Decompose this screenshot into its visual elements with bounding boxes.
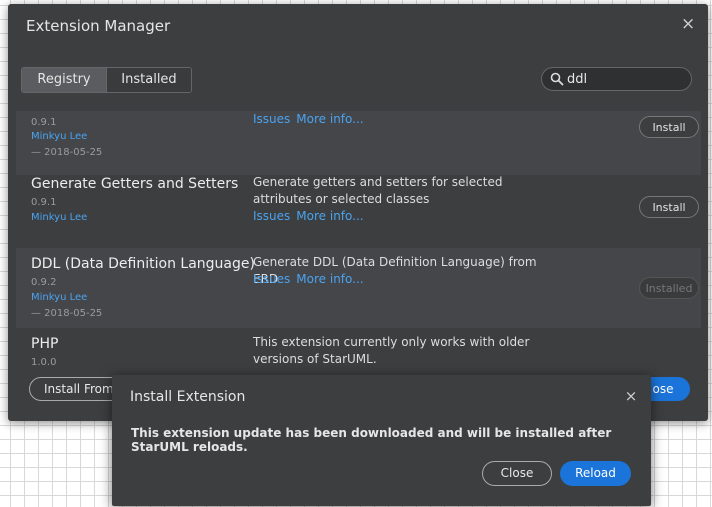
issues-link[interactable]: Issues xyxy=(253,112,290,126)
ext-description: Generate getters and setters for selecte… xyxy=(253,175,503,206)
ext-name: PHP xyxy=(31,336,59,352)
list-item: PHP 1.0.0 This extension currently only … xyxy=(16,328,701,365)
ext-version: 0.9.2 xyxy=(31,277,57,288)
reload-button[interactable]: Reload xyxy=(560,461,631,486)
ext-links: Issues More info... xyxy=(253,209,370,223)
ext-date: — 2018-05-25 xyxy=(31,308,103,319)
more-info-link[interactable]: More info... xyxy=(296,272,363,286)
extension-manager-dialog: Extension Manager × Registry Installed 0… xyxy=(8,4,708,421)
search-icon xyxy=(550,72,564,86)
ext-version: 0.9.1 xyxy=(31,197,57,208)
ext-version: 0.9.1 xyxy=(31,117,57,128)
extension-list[interactable]: 0.9.1 Minkyu Lee — 2018-05-25 Issues More… xyxy=(16,111,701,365)
search-box xyxy=(541,67,692,91)
install-button[interactable]: Install xyxy=(639,116,699,138)
ext-author[interactable]: Minkyu Lee xyxy=(31,131,87,142)
install-extension-modal: Install Extension × This extension updat… xyxy=(112,375,651,506)
ext-links: Issues More info... xyxy=(253,112,370,126)
installed-button: Installed xyxy=(639,277,699,299)
more-info-link[interactable]: More info... xyxy=(296,112,363,126)
issues-link[interactable]: Issues xyxy=(253,272,290,286)
more-info-link[interactable]: More info... xyxy=(296,209,363,223)
dialog-title: Extension Manager xyxy=(26,17,171,35)
list-item: 0.9.1 Minkyu Lee — 2018-05-25 Issues More… xyxy=(16,111,701,175)
ext-author[interactable]: Minkyu Lee xyxy=(31,292,87,303)
tab-registry[interactable]: Registry xyxy=(22,68,106,92)
install-button[interactable]: Install xyxy=(639,196,699,218)
ext-links: Issues More info... xyxy=(253,272,370,286)
ext-name: Generate Getters and Setters xyxy=(31,176,239,192)
close-icon[interactable]: × xyxy=(624,389,638,404)
ext-date: — 2018-05-25 xyxy=(31,147,103,158)
search-input[interactable] xyxy=(567,70,682,88)
modal-close-button[interactable]: Close xyxy=(482,461,552,486)
ext-author[interactable]: Minkyu Lee xyxy=(31,212,87,223)
issues-link[interactable]: Issues xyxy=(253,209,290,223)
ext-version: 1.0.0 xyxy=(31,357,57,365)
modal-title: Install Extension xyxy=(130,389,246,405)
tab-group: Registry Installed xyxy=(21,67,192,93)
list-item: DDL (Data Definition Language) 0.9.2 Min… xyxy=(16,248,701,328)
ext-description: This extension currently only works with… xyxy=(253,335,530,365)
ext-name: DDL (Data Definition Language) xyxy=(31,256,255,272)
modal-message: This extension update has been downloade… xyxy=(131,426,612,454)
list-item: Generate Getters and Setters 0.9.1 Minky… xyxy=(16,168,701,248)
tab-installed[interactable]: Installed xyxy=(106,68,191,92)
close-icon[interactable]: × xyxy=(681,16,695,33)
